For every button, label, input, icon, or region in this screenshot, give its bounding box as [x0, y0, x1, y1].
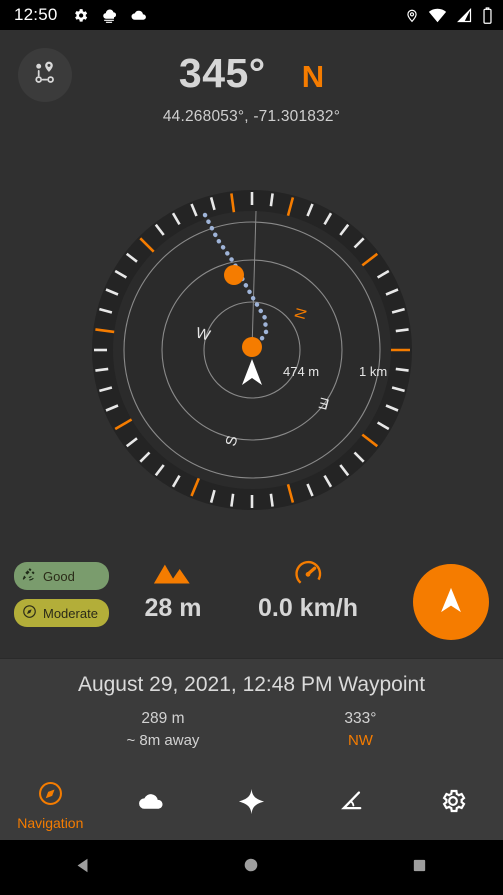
fog-cloud-icon — [99, 7, 119, 24]
waypoint-bearing-column: 333° NW — [344, 707, 376, 753]
nav-item-settings[interactable] — [402, 770, 503, 840]
back-button[interactable] — [54, 840, 114, 895]
waypoint-marker-far[interactable] — [223, 265, 244, 285]
status-badge-gps[interactable]: Good — [14, 562, 109, 590]
status-badges: Good Moderate — [14, 562, 109, 627]
recents-square-icon — [411, 857, 428, 879]
stats-row: Good Moderate 28 m 0.0 km/h — [0, 550, 503, 655]
back-triangle-icon — [74, 856, 93, 880]
speed-value: 0.0 km/h — [257, 594, 359, 622]
status-badge-gps-label: Good — [43, 568, 75, 584]
coordinates-readout: 44.268053°, -71.301832° — [162, 108, 341, 125]
android-system-bar — [0, 840, 503, 895]
heading-cardinal: N — [301, 59, 325, 94]
compass-icon — [22, 604, 37, 622]
waypoint-distance-column: 289 m ~ 8m away — [126, 707, 199, 753]
mountain-icon — [108, 558, 238, 590]
nav-item-weather[interactable] — [101, 770, 202, 840]
speedometer-icon — [243, 558, 373, 590]
altitude-stat: 28 m — [108, 558, 238, 623]
radar-tick — [269, 493, 274, 507]
location-pin-icon — [405, 7, 419, 24]
radar-inner-scale-label: 474 m — [283, 364, 319, 379]
radar-tick — [395, 328, 409, 333]
altitude-value: 28 m — [144, 594, 202, 622]
waypoint-distance-value: 289 m — [141, 710, 185, 727]
status-badge-accuracy[interactable]: Moderate — [14, 599, 109, 627]
battery-icon — [482, 6, 493, 24]
status-badge-accuracy-label: Moderate — [43, 605, 98, 621]
waypoint-info-panel[interactable]: August 29, 2021, 12:48 PM Waypoint 289 m… — [0, 658, 503, 770]
heading-degrees: 345° — [178, 50, 266, 96]
wifi-icon — [428, 8, 447, 23]
waypoint-marker-near[interactable] — [241, 337, 262, 357]
navigation-arrow-icon — [434, 583, 468, 622]
radar-compass-widget[interactable]: N E S W 474 m 1 km — [0, 185, 503, 515]
radar-tick — [229, 493, 234, 507]
sparkle-icon — [237, 787, 266, 821]
app-root: 12:50 345° N 44.268053°, -71.301832° N E… — [0, 0, 503, 895]
navigate-fab-button[interactable] — [413, 564, 489, 640]
home-button[interactable] — [221, 840, 281, 895]
waypoint-bearing-sub: NW — [347, 732, 373, 750]
recents-button[interactable] — [389, 840, 449, 895]
compass-icon — [37, 780, 64, 812]
waypoint-details: 289 m ~ 8m away 333° NW — [0, 707, 503, 753]
waypoint-bearing-value: 333° — [344, 710, 377, 727]
waypoint-title: August 29, 2021, 12:48 PM Waypoint — [77, 673, 426, 696]
radar-outer-scale-label: 1 km — [359, 364, 387, 379]
cellular-signal-icon — [456, 7, 473, 23]
angle-icon — [338, 788, 366, 819]
radar-tick — [269, 193, 274, 207]
cloud-icon — [135, 788, 166, 820]
heading-readout: 345° N — [0, 50, 503, 97]
status-right-icons — [405, 6, 493, 24]
system-status-bar: 12:50 — [0, 0, 503, 30]
satellite-icon — [22, 567, 37, 585]
cloud-icon — [129, 7, 148, 24]
heading-header: 345° N 44.268053°, -71.301832° — [0, 30, 503, 150]
gear-icon — [439, 787, 467, 820]
status-clock: 12:50 — [14, 5, 58, 24]
waypoint-distance-sub: ~ 8m away — [126, 732, 200, 750]
nav-item-inclinometer[interactable] — [302, 770, 403, 840]
bottom-navigation-bar: Navigation — [0, 770, 503, 840]
nav-item-astronomy[interactable] — [201, 770, 302, 840]
gear-icon — [72, 7, 89, 24]
speed-stat: 0.0 km/h — [243, 558, 373, 623]
radar-tick — [395, 367, 409, 372]
status-left-icons — [72, 7, 148, 24]
nav-item-navigation[interactable]: Navigation — [0, 770, 101, 840]
nav-item-navigation-label: Navigation — [17, 814, 84, 831]
radar-svg: N E S W 474 m 1 km — [91, 190, 412, 510]
home-circle-icon — [242, 856, 260, 879]
radar-tick — [94, 367, 108, 372]
